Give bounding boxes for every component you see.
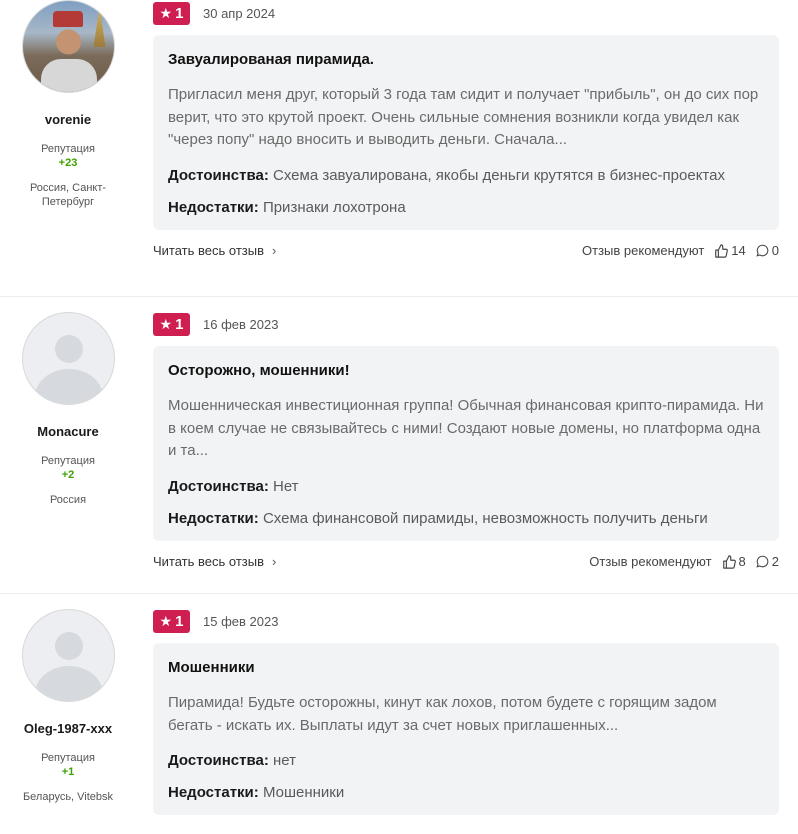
comment-icon: [756, 555, 769, 568]
review-card: Осторожно, мошенники! Мошенническая инве…: [153, 346, 779, 541]
thumbs-up-icon: [722, 554, 736, 569]
star-icon: ★: [159, 316, 173, 332]
pros-label: Достоинства:: [168, 166, 269, 184]
pros-text: нет: [273, 752, 296, 769]
author-location: Беларусь, Vitebsk: [22, 791, 114, 803]
likes-count: 14: [731, 243, 746, 258]
read-more-label: Читать весь отзыв: [153, 243, 265, 258]
rating-value: 1: [175, 612, 184, 630]
likes-button[interactable]: 8: [722, 554, 746, 569]
star-icon: ★: [159, 613, 173, 629]
review-cons: Недостатки: Мошенники: [168, 784, 764, 801]
read-more-link[interactable]: Читать весь отзыв ›: [153, 554, 276, 569]
star-icon: ★: [159, 5, 173, 21]
review-cons: Недостатки: Признаки лохотрона: [168, 199, 764, 216]
review-date: 15 фев 2023: [203, 613, 279, 629]
chevron-right-icon: ›: [272, 554, 277, 569]
comments-count: 0: [771, 243, 779, 258]
review-text: Пригласил меня друг, который 3 года там …: [168, 86, 759, 148]
review-title[interactable]: Завуалированая пирамида.: [168, 51, 764, 68]
rating-badge: ★ 1: [153, 1, 190, 25]
review-author: Oleg-1987-xxx Репутация +1 Беларусь, Vit…: [10, 609, 126, 804]
author-name[interactable]: vorenie: [10, 112, 126, 127]
author-name[interactable]: Monacure: [10, 424, 126, 439]
recommend-label: Отзыв рекомендуют: [589, 554, 712, 569]
author-location: Россия: [49, 494, 87, 506]
cons-label: Недостатки:: [168, 784, 259, 801]
review-author: vorenie Репутация +23 Россия, Санкт-Пете…: [10, 0, 126, 209]
pros-label: Достоинства:: [168, 752, 269, 769]
read-more-link[interactable]: Читать весь отзыв ›: [153, 243, 276, 258]
review-pros: Достоинства: Схема завуалирована, якобы …: [168, 167, 764, 184]
review-meta: ★ 1 16 фев 2023: [153, 312, 779, 336]
avatar[interactable]: [21, 609, 115, 702]
review-content: ★ 1 15 фев 2023 Мошенники Пирамида! Будь…: [153, 608, 779, 815]
review-item: Oleg-1987-xxx Репутация +1 Беларусь, Vit…: [0, 594, 798, 834]
reputation-value: +23: [58, 157, 78, 169]
review-author: Monacure Репутация +2 Россия: [10, 312, 126, 507]
review-pros: Достоинства: нет: [168, 752, 764, 769]
review-content: ★ 1 16 фев 2023 Осторожно, мошенники! Мо…: [153, 311, 779, 572]
cons-text: Мошенники: [262, 784, 345, 801]
review-item: Monacure Репутация +2 Россия ★ 1 16 фев …: [0, 297, 798, 594]
reputation-value: +2: [61, 469, 75, 481]
review-stats: Отзыв рекомендуют 14 0: [582, 243, 779, 258]
review-stats: Отзыв рекомендуют 8 2: [589, 554, 779, 569]
pros-label: Достоинства:: [168, 477, 269, 495]
comments-button[interactable]: 2: [756, 554, 779, 569]
review-card: Завуалированая пирамида. Пригласил меня …: [153, 35, 779, 230]
cons-text: Признаки лохотрона: [262, 198, 406, 216]
review-item: vorenie Репутация +23 Россия, Санкт-Пете…: [0, 0, 798, 297]
review-date: 30 апр 2024: [203, 5, 276, 21]
pros-text: Нет: [273, 477, 299, 495]
rating-badge: ★ 1: [153, 609, 190, 633]
reputation-value: +1: [61, 766, 75, 778]
read-more-label: Читать весь отзыв: [153, 554, 265, 569]
review-card: Мошенники Пирамида! Будьте осторожны, ки…: [153, 643, 779, 815]
review-meta: ★ 1 30 апр 2024: [153, 1, 779, 25]
thumbs-up-icon: [715, 243, 729, 258]
review-pros: Достоинства: Нет: [168, 478, 764, 495]
rating-badge: ★ 1: [153, 312, 190, 336]
pros-text: Схема завуалирована, якобы деньги крутят…: [273, 166, 725, 184]
cons-text: Схема финансовой пирамиды, невозможность…: [262, 509, 708, 527]
review-title[interactable]: Осторожно, мошенники!: [168, 362, 764, 379]
cons-label: Недостатки:: [168, 198, 259, 216]
reputation-label: Репутация: [41, 455, 95, 467]
author-location: Россия, Санкт-Петербург: [29, 182, 107, 208]
review-date: 16 фев 2023: [203, 316, 279, 332]
review-title[interactable]: Мошенники: [168, 659, 764, 676]
reputation-label: Репутация: [41, 752, 95, 764]
reviews-list: vorenie Репутация +23 Россия, Санкт-Пете…: [0, 0, 798, 834]
review-content: ★ 1 30 апр 2024 Завуалированая пирамида.…: [153, 0, 779, 261]
rating-value: 1: [175, 315, 184, 333]
comments-button[interactable]: 0: [756, 243, 779, 258]
rating-value: 1: [175, 4, 184, 22]
avatar[interactable]: [21, 0, 115, 93]
review-footer: Читать весь отзыв › Отзыв рекомендуют 8 …: [153, 552, 779, 572]
comment-icon: [756, 244, 769, 257]
comments-count: 2: [771, 554, 779, 569]
author-name[interactable]: Oleg-1987-xxx: [10, 721, 126, 736]
review-footer: Читать весь отзыв › Отзыв рекомендуют 14…: [153, 241, 779, 261]
review-text: Мошенническая инвестиционная группа! Обы…: [168, 397, 764, 459]
cons-label: Недостатки:: [168, 509, 259, 527]
recommend-label: Отзыв рекомендуют: [582, 243, 705, 258]
reputation-label: Репутация: [41, 143, 95, 155]
likes-button[interactable]: 14: [714, 243, 746, 258]
chevron-right-icon: ›: [272, 243, 277, 258]
avatar[interactable]: [21, 312, 115, 405]
review-text: Пирамида! Будьте осторожны, кинут как ло…: [168, 694, 717, 734]
likes-count: 8: [738, 554, 746, 569]
review-cons: Недостатки: Схема финансовой пирамиды, н…: [168, 510, 764, 527]
review-meta: ★ 1 15 фев 2023: [153, 609, 779, 633]
